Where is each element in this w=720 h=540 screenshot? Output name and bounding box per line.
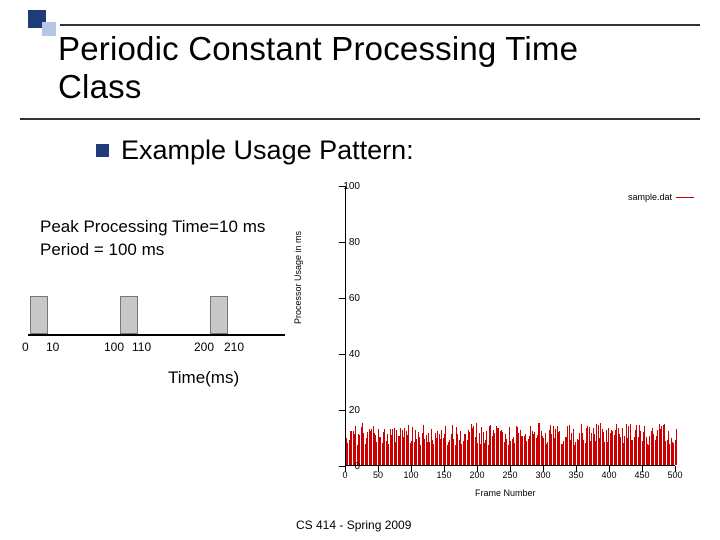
title-line-1: Periodic Constant Processing Time [58, 30, 578, 67]
bullet-row: Example Usage Pattern: [96, 135, 414, 166]
chart: sample.dat Processor Usage in ms Frame N… [285, 174, 700, 504]
xtick-label: 0 [333, 470, 357, 480]
ytick-label: 60 [330, 293, 360, 304]
xtick-label: 100 [399, 470, 423, 480]
legend-swatch [676, 197, 694, 198]
bullet-square-icon [96, 144, 109, 157]
chart-ylabel: Processor Usage in ms [293, 231, 303, 324]
divider-under-title [20, 118, 700, 120]
xtick-label: 200 [465, 470, 489, 480]
slide: Periodic Constant Processing Time Class … [0, 0, 720, 540]
parameter-block: Peak Processing Time=10 ms Period = 100 … [40, 216, 265, 262]
timeline-bar-1 [30, 296, 48, 334]
xtick-label: 300 [531, 470, 555, 480]
bullet-text: Example Usage Pattern: [121, 135, 414, 166]
ytick-label: 40 [330, 349, 360, 360]
chart-xlabel: Frame Number [475, 488, 536, 498]
tl-label-210: 210 [224, 340, 244, 354]
accent-square-light [42, 22, 56, 36]
tl-label-10: 10 [46, 340, 59, 354]
tl-label-110: 110 [132, 340, 151, 354]
xtick-label: 150 [432, 470, 456, 480]
tl-label-200: 200 [194, 340, 214, 354]
xtick-label: 350 [564, 470, 588, 480]
param-peak: Peak Processing Time=10 ms [40, 216, 265, 239]
chart-plot-area [345, 186, 675, 466]
chart-spikes [346, 186, 675, 465]
xtick-label: 500 [663, 470, 687, 480]
tl-label-0: 0 [22, 340, 29, 354]
xtick-label: 250 [498, 470, 522, 480]
timeline-axis [28, 334, 288, 336]
corner-accent [28, 10, 56, 38]
divider-top [60, 24, 700, 26]
ytick-label: 100 [330, 181, 360, 192]
ytick-label: 80 [330, 237, 360, 248]
xtick-label: 450 [630, 470, 654, 480]
xtick-label: 400 [597, 470, 621, 480]
xtick-label: 50 [366, 470, 390, 480]
footer: CS 414 - Spring 2009 [296, 518, 411, 532]
timeline-axis-label: Time(ms) [168, 368, 239, 388]
title-line-2: Class [58, 68, 142, 105]
ytick-label: 20 [330, 405, 360, 416]
spike [676, 429, 677, 465]
tl-label-100: 100 [104, 340, 124, 354]
timeline-bar-3 [210, 296, 228, 334]
param-period: Period = 100 ms [40, 239, 265, 262]
timeline: 0 10 100 110 200 210 [28, 308, 288, 378]
timeline-bar-2 [120, 296, 138, 334]
slide-title: Periodic Constant Processing Time Class [58, 30, 578, 106]
